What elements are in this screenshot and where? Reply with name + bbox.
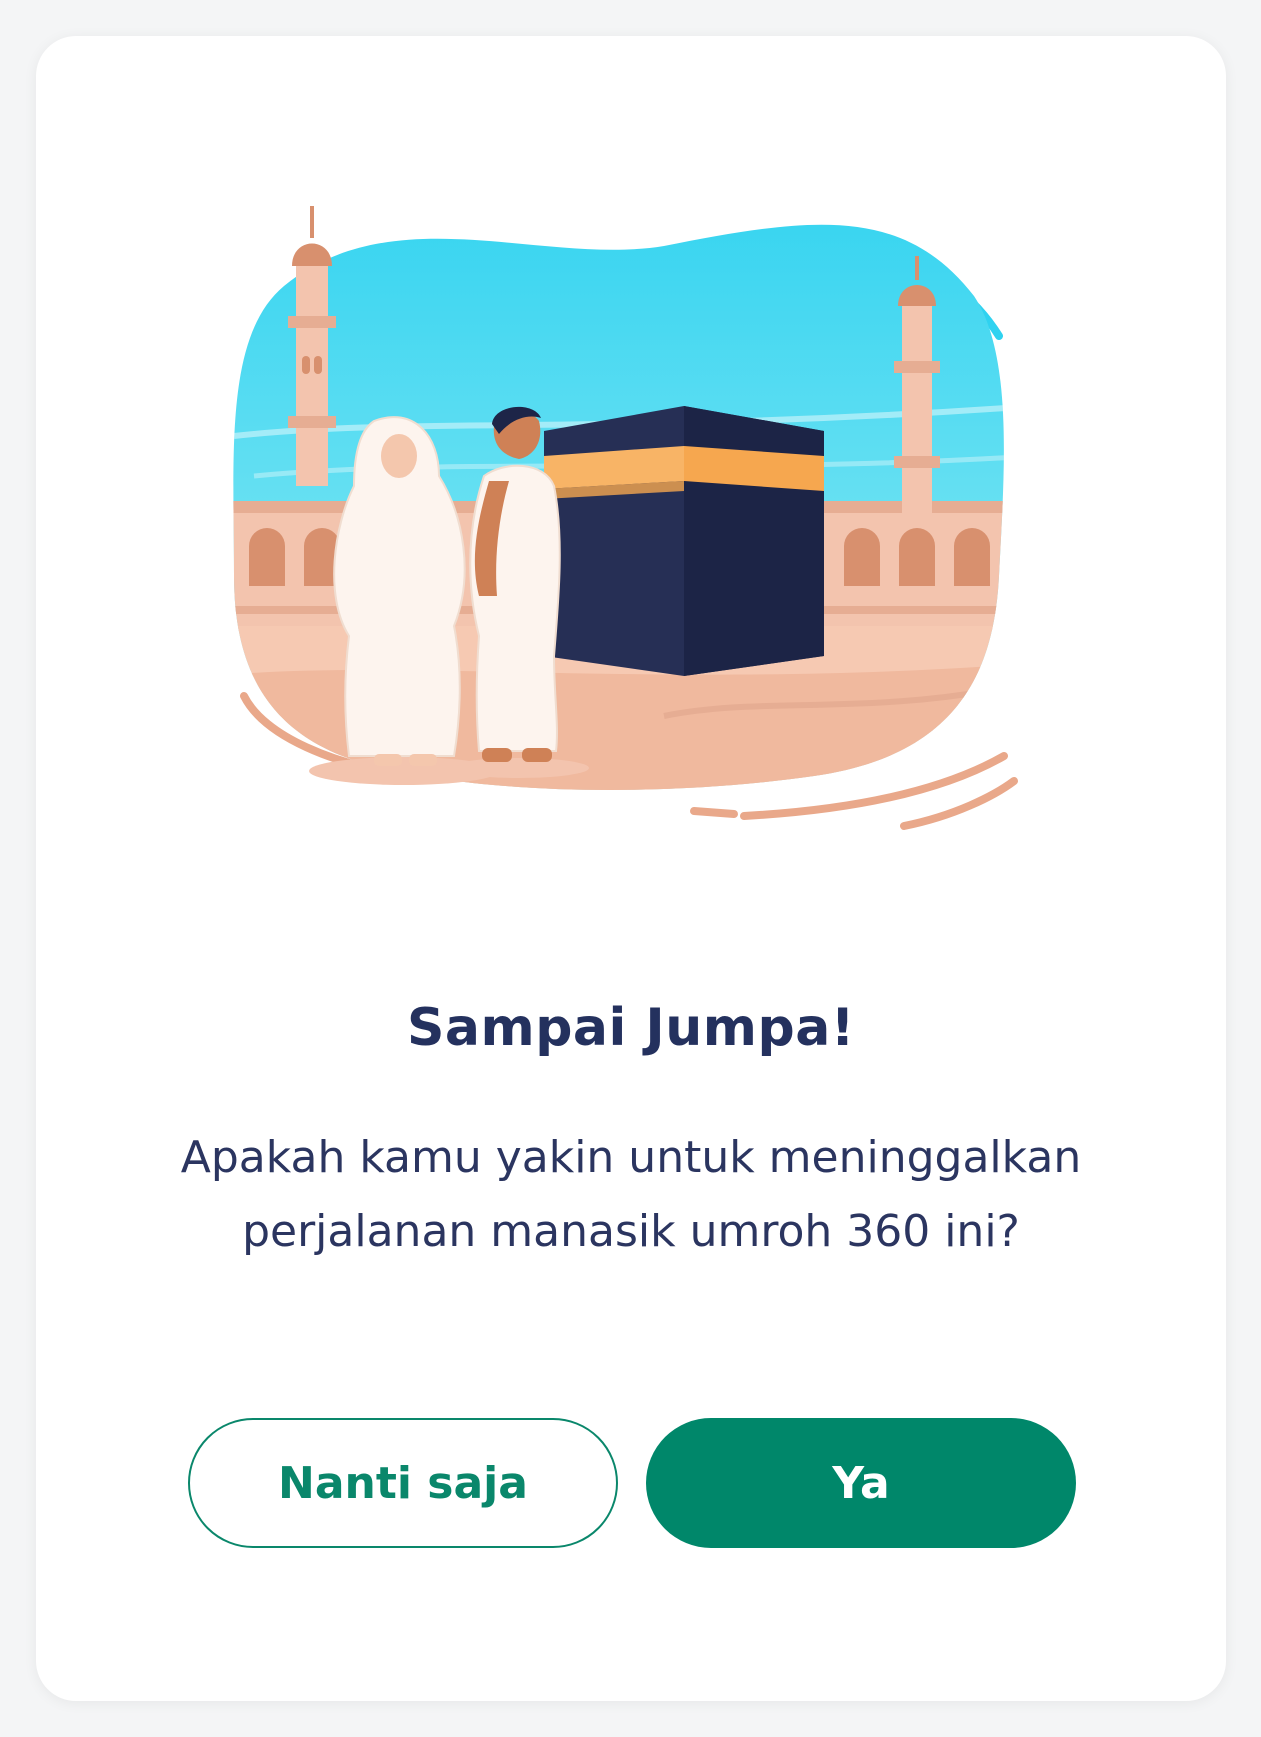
dialog-message-line-2: perjalanan manasik umroh 360 ini? — [242, 1206, 1020, 1257]
umrah-kaaba-illustration — [233, 206, 1018, 830]
confirm-yes-button-label: Ya — [832, 1457, 890, 1509]
dialog-message-line-1: Apakah kamu yakin untuk meninggalkan — [180, 1132, 1082, 1183]
dialog-message: Apakah kamu yakin untuk meninggalkan per… — [116, 1121, 1146, 1269]
dialog-title: Sampai Jumpa! — [406, 998, 856, 1058]
exit-confirmation-dialog: Sampai Jumpa! Apakah kamu yakin untuk me… — [36, 36, 1226, 1701]
later-button-label: Nanti saja — [278, 1457, 528, 1509]
later-button[interactable]: Nanti saja — [188, 1418, 618, 1548]
confirm-yes-button[interactable]: Ya — [646, 1418, 1076, 1548]
